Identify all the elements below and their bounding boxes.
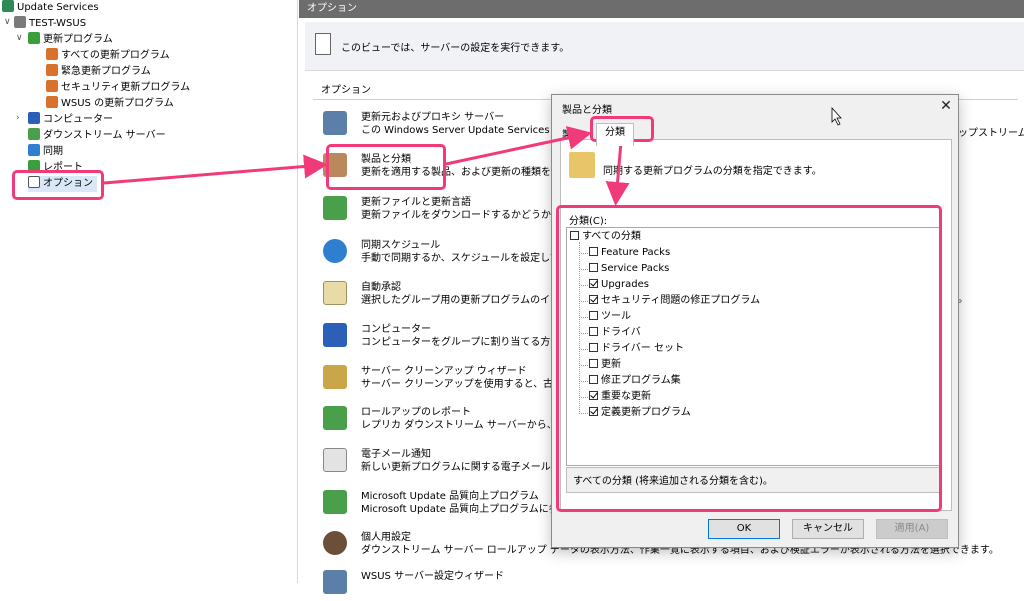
arrow-to-products [103,154,328,185]
tab-classifications[interactable]: 分類 [596,123,634,146]
mouse-cursor-icon [831,106,842,126]
arrow-to-tab [445,126,592,166]
annotation-arrows [103,106,842,206]
arrow-to-list [605,141,630,206]
